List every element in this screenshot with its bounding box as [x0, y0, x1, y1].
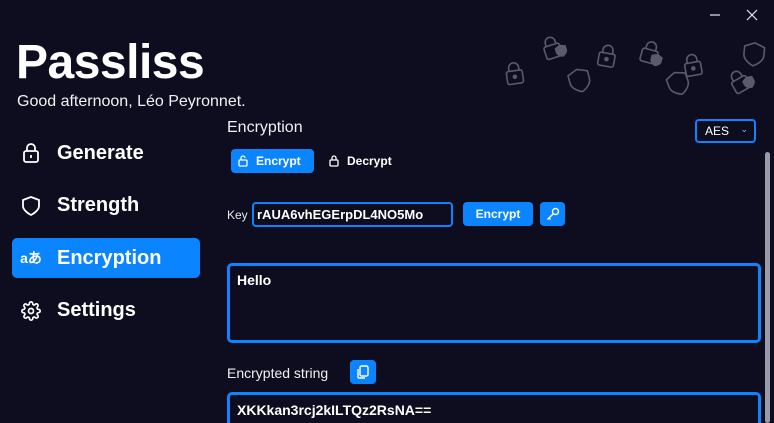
- key-icon: [546, 207, 559, 220]
- scrollbar[interactable]: [764, 152, 770, 423]
- sidebar-item-label: Strength: [57, 194, 140, 216]
- key-label: Key: [227, 208, 248, 222]
- translate-icon: aあ: [20, 250, 42, 266]
- tab-decrypt[interactable]: Decrypt: [322, 149, 408, 173]
- close-button[interactable]: [741, 4, 763, 26]
- decorative-locks-icon: [505, 36, 766, 96]
- encrypted-string-output: XKKkan3rcj2kILTQz2RsNA==: [227, 392, 761, 423]
- lock-icon: [329, 155, 339, 167]
- close-icon: [746, 9, 758, 21]
- algorithm-select-value: AES: [705, 124, 730, 138]
- tab-encrypt[interactable]: Encrypt: [231, 149, 314, 173]
- scrollbar-thumb[interactable]: [765, 152, 770, 423]
- encrypt-button[interactable]: Encrypt: [463, 202, 533, 226]
- page-title: Encryption: [227, 119, 303, 136]
- lock-open-icon: [238, 155, 248, 167]
- gear-icon: [19, 299, 43, 323]
- minimize-button[interactable]: [704, 4, 726, 26]
- sidebar-item-settings[interactable]: Settings: [12, 291, 200, 331]
- chevron-down-icon: ⌄: [740, 124, 748, 134]
- copy-button[interactable]: [350, 360, 376, 384]
- sidebar-item-label: Generate: [57, 141, 144, 164]
- minimize-icon: [710, 14, 720, 16]
- app-title: Passliss: [16, 36, 205, 89]
- shield-icon: [19, 194, 43, 218]
- sidebar-item-label: Settings: [57, 299, 136, 321]
- generate-key-button[interactable]: [540, 202, 565, 226]
- sidebar-item-encryption[interactable]: aあ Encryption: [12, 238, 200, 278]
- copy-icon: [357, 365, 369, 379]
- sidebar-item-generate[interactable]: Generate: [12, 133, 200, 173]
- greeting-text: Good afternoon, Léo Peyronnet.: [17, 93, 246, 110]
- algorithm-select[interactable]: AES ⌄: [695, 119, 756, 143]
- encrypted-string-label: Encrypted string: [227, 365, 329, 381]
- tab-label: Encrypt: [256, 154, 301, 168]
- tab-label: Decrypt: [347, 154, 392, 168]
- sidebar-item-label: Encryption: [57, 246, 162, 269]
- lock-icon: [19, 141, 43, 165]
- key-input[interactable]: [252, 202, 453, 227]
- sidebar-item-strength[interactable]: Strength: [12, 186, 200, 226]
- plaintext-input[interactable]: [227, 263, 761, 343]
- sidebar-nav: Generate Strength aあ Encryption Settings: [12, 133, 200, 343]
